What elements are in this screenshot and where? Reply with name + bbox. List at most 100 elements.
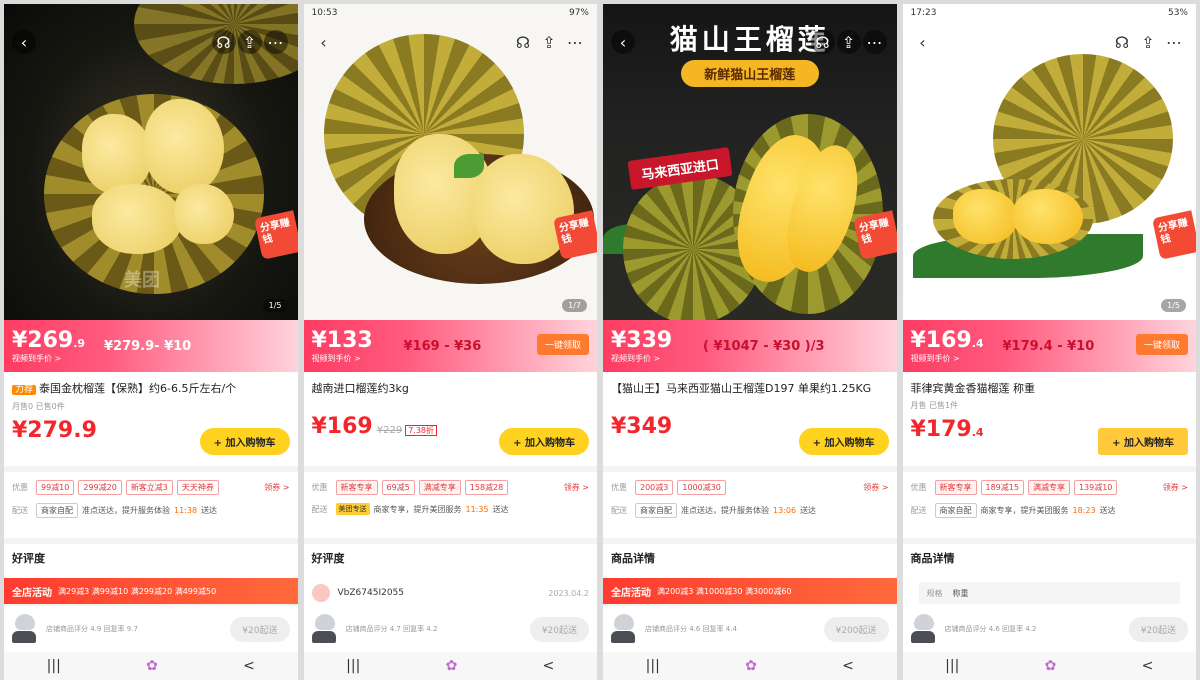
coupon-chip[interactable]: 1000减30 [677, 480, 726, 495]
add-to-cart-button[interactable]: + 加入购物车 [798, 428, 889, 455]
spec-row: 规格 称重 [902, 578, 1196, 608]
coupon-chip[interactable]: 299减20 [78, 480, 122, 495]
review-heading: 好评度 [4, 544, 298, 578]
coupon-chip[interactable]: 189减15 [980, 480, 1024, 495]
delivery-label: 配送 [12, 506, 28, 515]
product-title: 越南进口榴莲约3kg [311, 382, 409, 395]
recent-apps-icon[interactable]: ||| [646, 658, 660, 674]
promo-label: 优惠 [311, 483, 328, 492]
share-icon[interactable]: ⇪ [237, 30, 262, 54]
spec-value[interactable]: 称重 [953, 588, 969, 599]
price-banner: ¥169.4 视频到手价 > ¥179.4 - ¥10 一键领取 [902, 320, 1196, 372]
grab-coupon-button[interactable]: 一键领取 [536, 334, 589, 355]
headset-icon[interactable]: ☊ [511, 30, 535, 54]
video-price: ¥269 [12, 328, 74, 353]
coupon-chip[interactable]: 69减5 [381, 480, 415, 495]
home-icon[interactable]: ✿ [146, 658, 158, 674]
min-order-button[interactable]: ¥200起送 [823, 616, 889, 642]
home-icon[interactable]: ✿ [745, 658, 757, 674]
product-image[interactable]: 17:23 53% ‹ ☊ ⇪ ⋯ 分享赚钱 1/5 [902, 4, 1196, 320]
video-price: ¥133 [311, 328, 373, 353]
add-to-cart-button[interactable]: + 加入购物车 [199, 428, 290, 455]
review-item[interactable]: VbZ6745I2055 2023.04.2 [303, 578, 597, 608]
headset-icon[interactable]: ☊ [1110, 30, 1134, 54]
min-order-button[interactable]: ¥20起送 [529, 616, 589, 642]
delivery-tag: 商家自配 [635, 503, 677, 518]
store-avatar[interactable] [910, 614, 937, 644]
coupon-chip[interactable]: 新客立减3 [125, 480, 173, 495]
back-button[interactable]: ‹ [611, 30, 635, 54]
coupon-chip[interactable]: 新客专享 [934, 480, 977, 495]
grab-coupon-button[interactable]: 一键领取 [1135, 334, 1188, 355]
image-pager: 1/5 [1161, 299, 1186, 312]
detail-heading: 商品详情 [603, 544, 897, 578]
get-coupon-link[interactable]: 领券 > [264, 482, 289, 493]
more-icon[interactable]: ⋯ [563, 30, 587, 54]
add-to-cart-button[interactable]: + 加入购物车 [499, 428, 589, 455]
add-to-cart-button[interactable]: + 加入购物车 [1098, 428, 1188, 455]
store-activity-bar[interactable]: 全店活动 满200减3 满1000减30 满3000减60 [603, 578, 897, 604]
share-icon[interactable]: ⇪ [836, 30, 861, 54]
headset-icon[interactable]: ☊ [211, 30, 236, 54]
get-coupon-link[interactable]: 领券 > [1163, 482, 1188, 493]
store-avatar[interactable] [311, 614, 338, 644]
detail-heading: 商品详情 [902, 544, 1196, 578]
coupon-chip[interactable]: 新客专享 [335, 480, 378, 495]
share-icon[interactable]: ⇪ [1136, 30, 1160, 54]
product-image[interactable]: 美团 ‹ ☊ ⇪ ⋯ 分享赚钱 1/5 [4, 4, 298, 320]
recent-apps-icon[interactable]: ||| [346, 658, 360, 674]
store-avatar[interactable] [611, 614, 637, 644]
store-avatar[interactable] [12, 614, 38, 644]
more-icon[interactable]: ⋯ [862, 30, 887, 54]
get-coupon-link[interactable]: 领券 > [564, 482, 589, 493]
nav-back-icon[interactable]: < [842, 658, 854, 674]
coupon-chip[interactable]: 99减10 [36, 480, 75, 495]
delivery-time: 13:06 [773, 506, 797, 515]
price-label[interactable]: 视频到手价 > [312, 353, 394, 364]
more-icon[interactable]: ⋯ [263, 30, 288, 54]
back-button[interactable]: ‹ [12, 30, 36, 54]
durian-flesh [92, 184, 182, 254]
home-icon[interactable]: ✿ [446, 658, 458, 674]
min-order-button[interactable]: ¥20起送 [230, 616, 290, 642]
sale-price: ¥179 [910, 417, 972, 442]
coupon-chip[interactable]: 天天神券 [176, 480, 219, 495]
system-nav: ||| ✿ < [902, 652, 1196, 680]
coupon-chip[interactable]: 139减10 [1073, 480, 1118, 495]
coupon-chip[interactable]: 满减专享 [1027, 480, 1070, 495]
back-button[interactable]: ‹ [911, 30, 935, 54]
share-earn-badge[interactable]: 分享赚钱 [253, 210, 298, 260]
delivery-text: 商家专享，提升美团服务 [980, 506, 1069, 515]
recent-apps-icon[interactable]: ||| [47, 658, 61, 674]
recent-apps-icon[interactable]: ||| [945, 658, 959, 674]
share-icon[interactable]: ⇪ [537, 30, 561, 54]
price-label[interactable]: 视频到手价 > [611, 353, 693, 364]
store-activity-bar[interactable]: 全店活动 满29减3 满99减10 满299减20 满499减50 [4, 578, 298, 604]
back-button[interactable]: ‹ [312, 30, 336, 54]
delivery-text: 准点送达，提升服务体验 [681, 506, 769, 515]
durian-flesh [144, 99, 224, 194]
nav-back-icon[interactable]: < [1142, 658, 1154, 674]
min-order-button[interactable]: ¥20起送 [1128, 616, 1188, 642]
headset-icon[interactable]: ☊ [810, 30, 835, 54]
price-label[interactable]: 视频到手价 > [911, 353, 993, 364]
price-label[interactable]: 视频到手价 > [12, 353, 94, 364]
product-image[interactable]: 10:53 97% ‹ ☊ ⇪ ⋯ 分享赚钱 1/7 [303, 4, 597, 320]
video-price: ¥169 [910, 328, 972, 353]
system-nav: ||| ✿ < [303, 652, 597, 680]
product-image[interactable]: 猫山王榴莲 新鲜猫山王榴莲 马来西亚进口 ‹ ☊ ⇪ ⋯ 分享赚钱 [603, 4, 897, 320]
nav-back-icon[interactable]: < [243, 658, 255, 674]
more-icon[interactable]: ⋯ [1162, 30, 1186, 54]
home-icon[interactable]: ✿ [1045, 658, 1057, 674]
coupon-chip[interactable]: 满减专享 [418, 480, 461, 495]
delivery-end: 送达 [800, 506, 817, 515]
get-coupon-link[interactable]: 领券 > [863, 482, 888, 493]
share-earn-badge[interactable]: 分享赚钱 [1152, 210, 1196, 260]
price-range: ¥279.9- ¥10 [104, 338, 192, 354]
delivery-tag: 商家自配 [934, 503, 977, 518]
share-earn-badge[interactable]: 分享赚钱 [553, 210, 597, 260]
coupon-chip[interactable]: 200减3 [635, 480, 674, 495]
nav-back-icon[interactable]: < [543, 658, 555, 674]
coupon-chip[interactable]: 158减28 [464, 480, 509, 495]
spec-label: 规格 [926, 588, 943, 598]
